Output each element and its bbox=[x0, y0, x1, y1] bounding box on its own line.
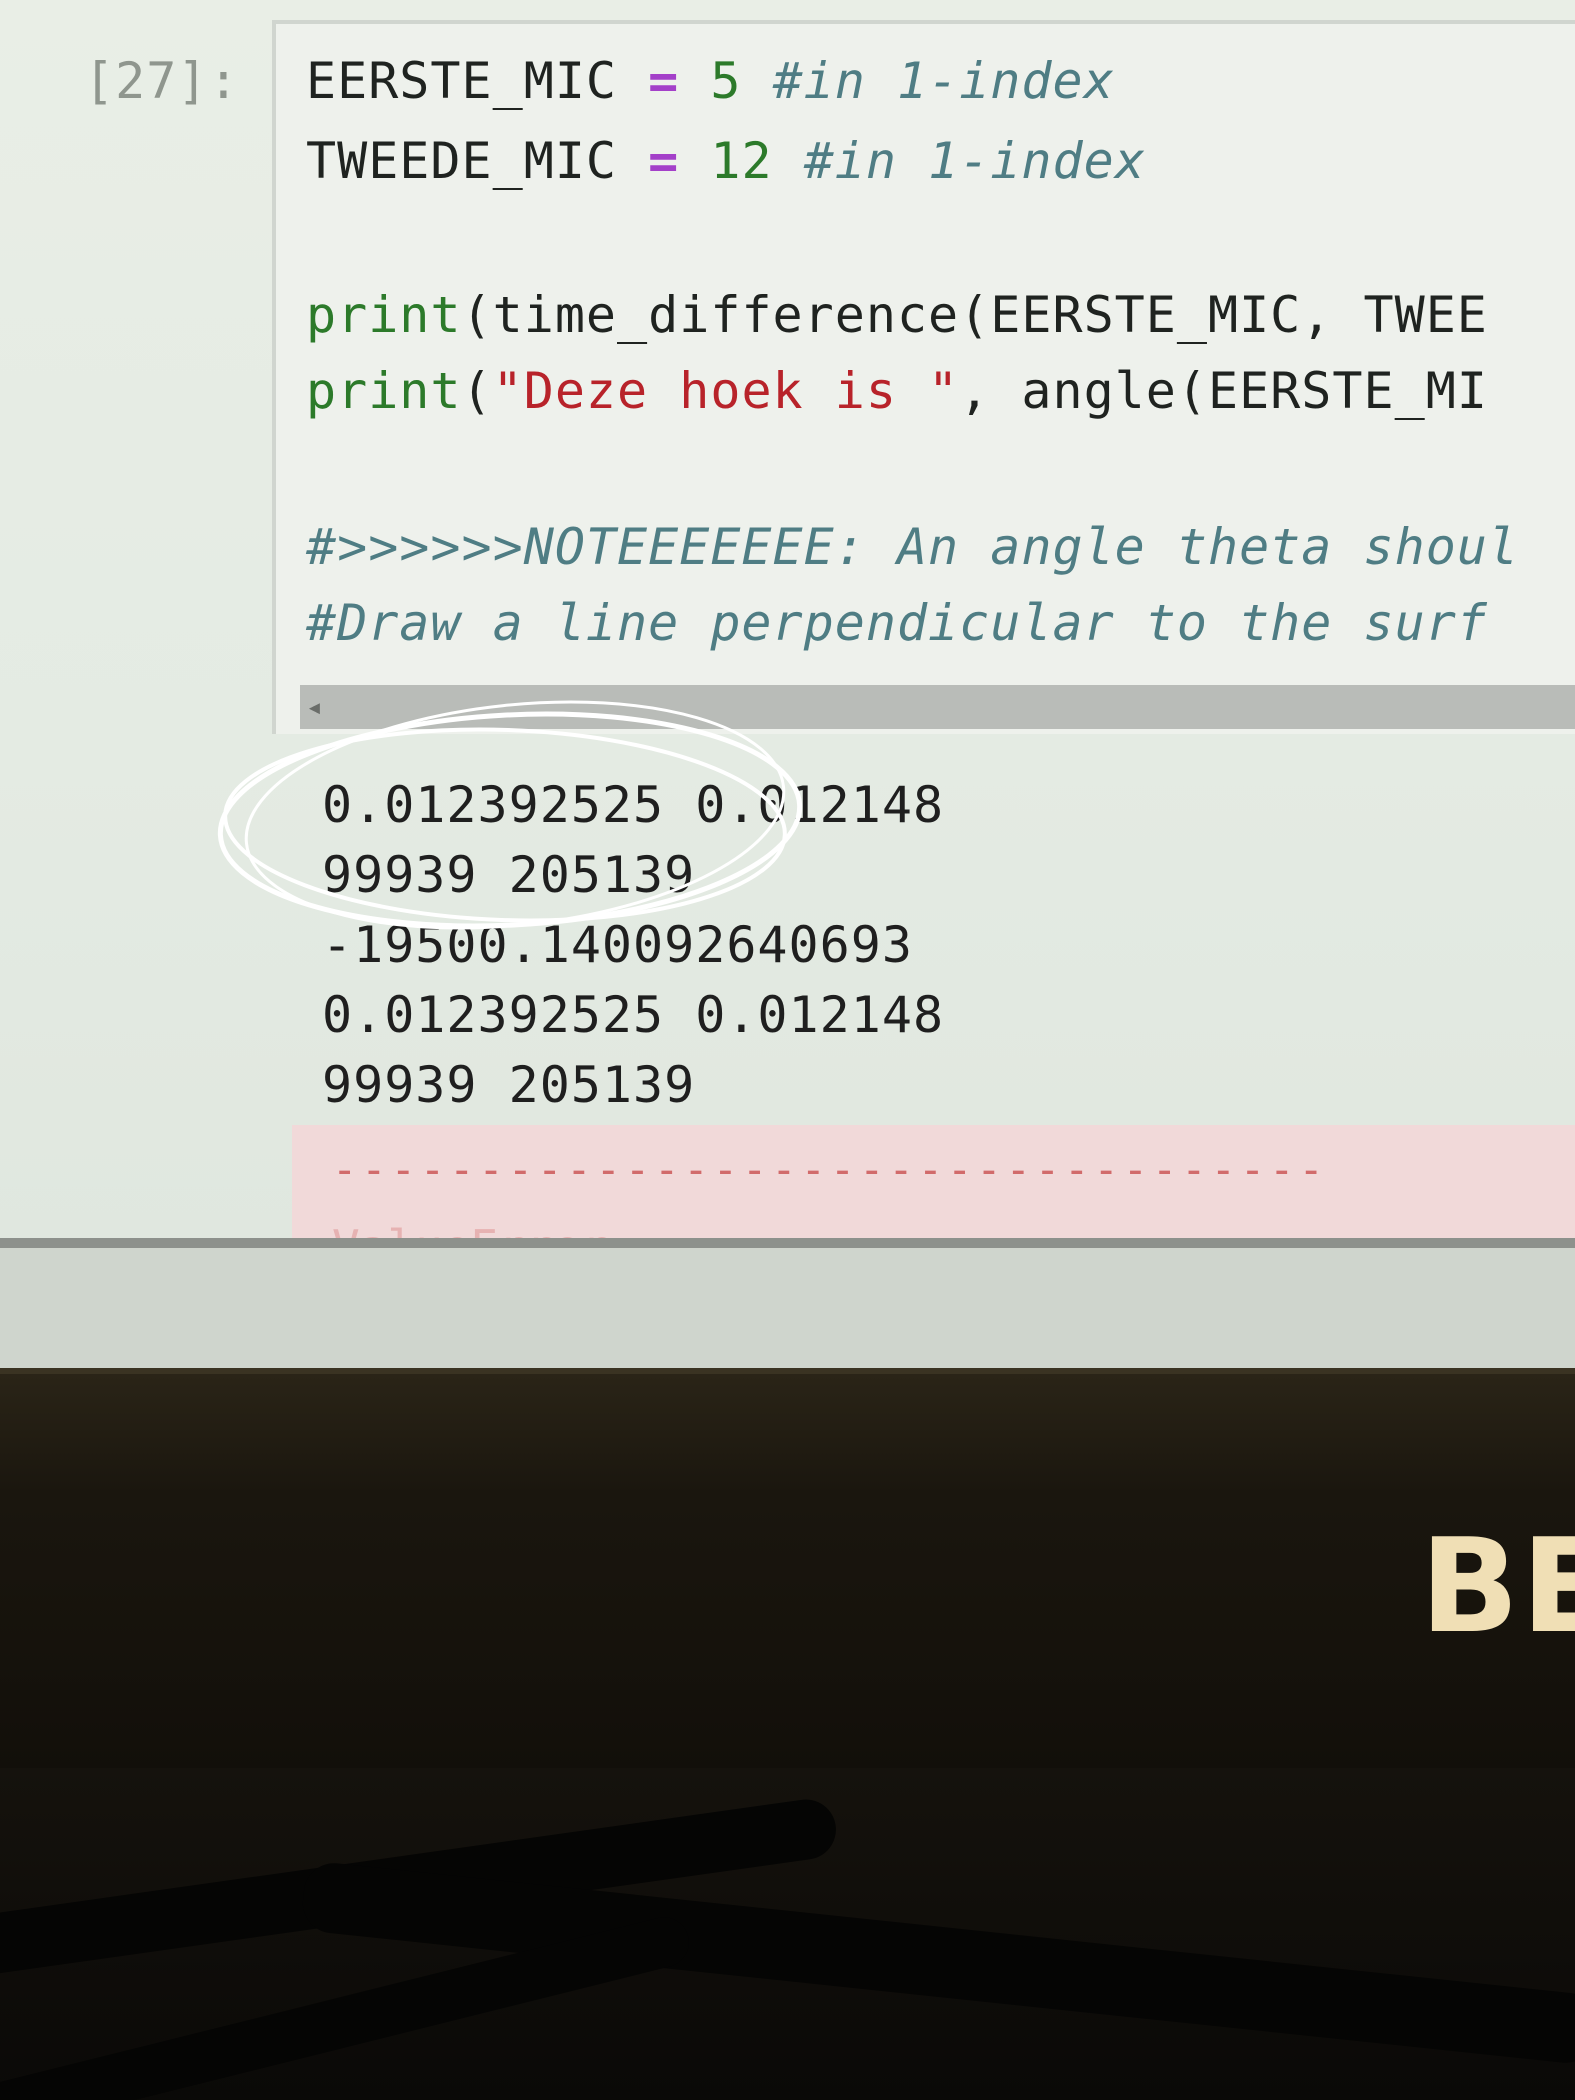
cell-output: 0.012392525 0.012148 99939 205139 -19500… bbox=[322, 770, 944, 1120]
assign-operator: = bbox=[648, 52, 680, 110]
error-separator: ---------------------------------- bbox=[332, 1145, 1328, 1194]
print-keyword: print bbox=[306, 362, 462, 420]
comment-index: #in 1-index bbox=[803, 132, 1146, 190]
scroll-left-arrow-icon[interactable]: ◂ bbox=[306, 690, 323, 723]
value-5: 5 bbox=[710, 52, 742, 110]
output-line: 99939 205139 bbox=[322, 846, 696, 904]
print-args: (time_difference(EERSTE_MIC, TWEE bbox=[461, 286, 1488, 344]
code-line-1: EERSTE_MIC = 5 #in 1-index bbox=[306, 52, 1115, 110]
code-cell-input[interactable]: EERSTE_MIC = 5 #in 1-index TWEEDE_MIC = … bbox=[272, 20, 1575, 734]
output-line: 0.012392525 0.012148 bbox=[322, 776, 945, 834]
code-line-print-2: print("Deze hoek is ", angle(EERSTE_MI bbox=[306, 362, 1488, 420]
value-12: 12 bbox=[710, 132, 773, 190]
output-line: 99939 205139 bbox=[322, 1056, 696, 1114]
code-comment-2: #Draw a line perpendicular to the surf bbox=[306, 594, 1488, 652]
code-comment-1: #>>>>>>NOTEEEEEEE: An angle theta shoul bbox=[306, 518, 1519, 576]
assign-operator: = bbox=[648, 132, 680, 190]
var-tweede-mic: TWEEDE_MIC bbox=[306, 132, 618, 190]
var-eerste-mic: EERSTE_MIC bbox=[306, 52, 618, 110]
cell-prompt: [27]: bbox=[84, 52, 240, 110]
code-line-print-1: print(time_difference(EERSTE_MIC, TWEE bbox=[306, 286, 1488, 344]
paren-open: ( bbox=[461, 362, 493, 420]
monitor-screen: [27]: EERSTE_MIC = 5 #in 1-index TWEEDE_… bbox=[0, 0, 1575, 1368]
monitor-brand-logo: BE bbox=[1420, 1510, 1575, 1662]
horizontal-scrollbar[interactable] bbox=[300, 685, 1575, 729]
desk-background bbox=[0, 1768, 1575, 2100]
monitor-bezel bbox=[0, 1368, 1575, 1774]
output-line: 0.012392525 0.012148 bbox=[322, 986, 945, 1044]
print-keyword: print bbox=[306, 286, 462, 344]
print-args: , angle(EERSTE_MI bbox=[959, 362, 1488, 420]
code-line-2: TWEEDE_MIC = 12 #in 1-index bbox=[306, 132, 1146, 190]
string-literal: "Deze hoek is " bbox=[492, 362, 960, 420]
output-line: -19500.140092640693 bbox=[322, 916, 913, 974]
comment-index: #in 1-index bbox=[772, 52, 1115, 110]
screen-bottom-strip bbox=[0, 1238, 1575, 1368]
